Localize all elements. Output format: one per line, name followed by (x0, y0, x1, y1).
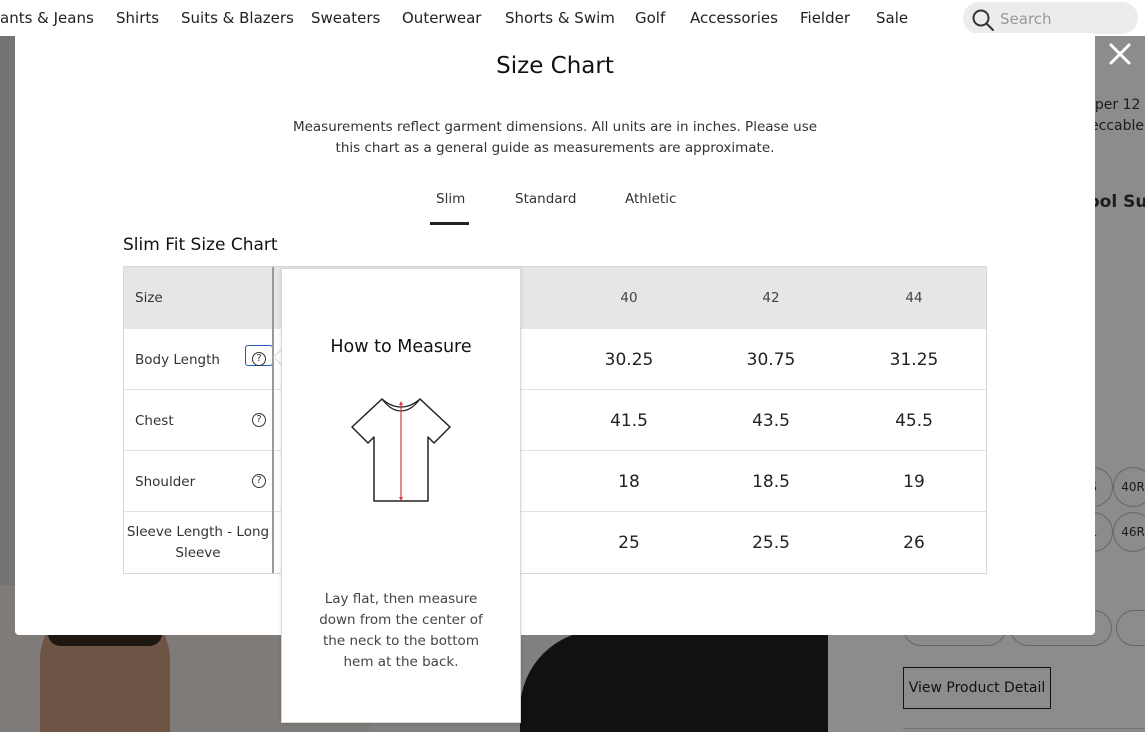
question-circle-icon[interactable]: ? (252, 474, 266, 488)
row-label: Shoulder (135, 473, 196, 490)
close-button[interactable] (1106, 40, 1134, 68)
table-cell: 25 (618, 532, 640, 553)
table-cell: 18.5 (752, 471, 790, 492)
modal-title: Size Chart (496, 53, 614, 79)
nav-item-sale[interactable]: Sale (876, 9, 908, 27)
table-cell: 25.5 (752, 532, 790, 553)
table-cell: 45.5 (895, 410, 933, 431)
table-row: Body Length ? 30.25 30.75 31.25 (124, 329, 986, 390)
active-tab-indicator (430, 222, 469, 225)
chart-title: Slim Fit Size Chart (123, 235, 278, 255)
nav-item-suits-blazers[interactable]: Suits & Blazers (181, 9, 294, 27)
table-cell: 31.25 (889, 349, 939, 370)
nav-item-accessories[interactable]: Accessories (690, 9, 778, 27)
tshirt-measure-icon (351, 398, 451, 502)
top-navigation: ants & Jeans Shirts Suits & Blazers Swea… (0, 0, 1145, 36)
table-cell: 26 (903, 532, 925, 553)
size-chart-modal: Size Chart Measurements reflect garment … (15, 33, 1095, 635)
table-cell: 41.5 (610, 410, 648, 431)
popover-title: How to Measure (330, 337, 472, 357)
search-placeholder: Search (1000, 10, 1052, 28)
table-cell: 30.75 (746, 349, 796, 370)
tab-standard[interactable]: Standard (515, 191, 576, 207)
table-row: Chest ? 41.5 43.5 45.5 (124, 390, 986, 451)
nav-item-golf[interactable]: Golf (635, 9, 665, 27)
row-label: Chest (135, 412, 174, 429)
modal-description: Measurements reflect garment dimensions.… (292, 119, 818, 156)
size-table: Size 40 42 44 Body Length ? 30.25 30.75 … (123, 266, 987, 574)
table-cell: 18 (618, 471, 640, 492)
question-circle-icon[interactable]: ? (252, 413, 266, 427)
tab-athletic[interactable]: Athletic (625, 191, 676, 207)
table-row: Shoulder ? 18 18.5 19 (124, 451, 986, 512)
close-icon (1109, 43, 1131, 65)
search-input[interactable]: Search (963, 2, 1138, 34)
table-cell: 30.25 (604, 349, 654, 370)
column-header: 44 (905, 290, 923, 306)
search-icon (972, 9, 994, 31)
size-header-label: Size (135, 289, 163, 306)
nav-item-shirts[interactable]: Shirts (116, 9, 159, 27)
question-circle-icon[interactable]: ? (252, 352, 266, 366)
nav-item-outerwear[interactable]: Outerwear (402, 9, 481, 27)
popover-text: Lay flat, then measure down from the cen… (319, 591, 483, 670)
nav-item-pants-jeans[interactable]: ants & Jeans (0, 9, 94, 27)
row-label: Body Length (135, 351, 220, 368)
tab-slim[interactable]: Slim (436, 191, 465, 207)
table-header-row: Size 40 42 44 (124, 267, 986, 329)
nav-item-fielder[interactable]: Fielder (800, 9, 850, 27)
table-cell: 43.5 (752, 410, 790, 431)
column-header: 42 (762, 290, 780, 306)
column-divider (272, 267, 274, 573)
nav-item-sweaters[interactable]: Sweaters (311, 9, 380, 27)
column-header: 40 (620, 290, 638, 306)
table-cell: 19 (903, 471, 925, 492)
nav-item-shorts-swim[interactable]: Shorts & Swim (505, 9, 615, 27)
row-label: Sleeve Length - Long Sleeve (126, 523, 270, 561)
table-row: Sleeve Length - Long Sleeve 25 25.5 26 (124, 512, 986, 573)
how-to-measure-popover: How to Measure Lay flat, then measure do… (281, 268, 521, 723)
